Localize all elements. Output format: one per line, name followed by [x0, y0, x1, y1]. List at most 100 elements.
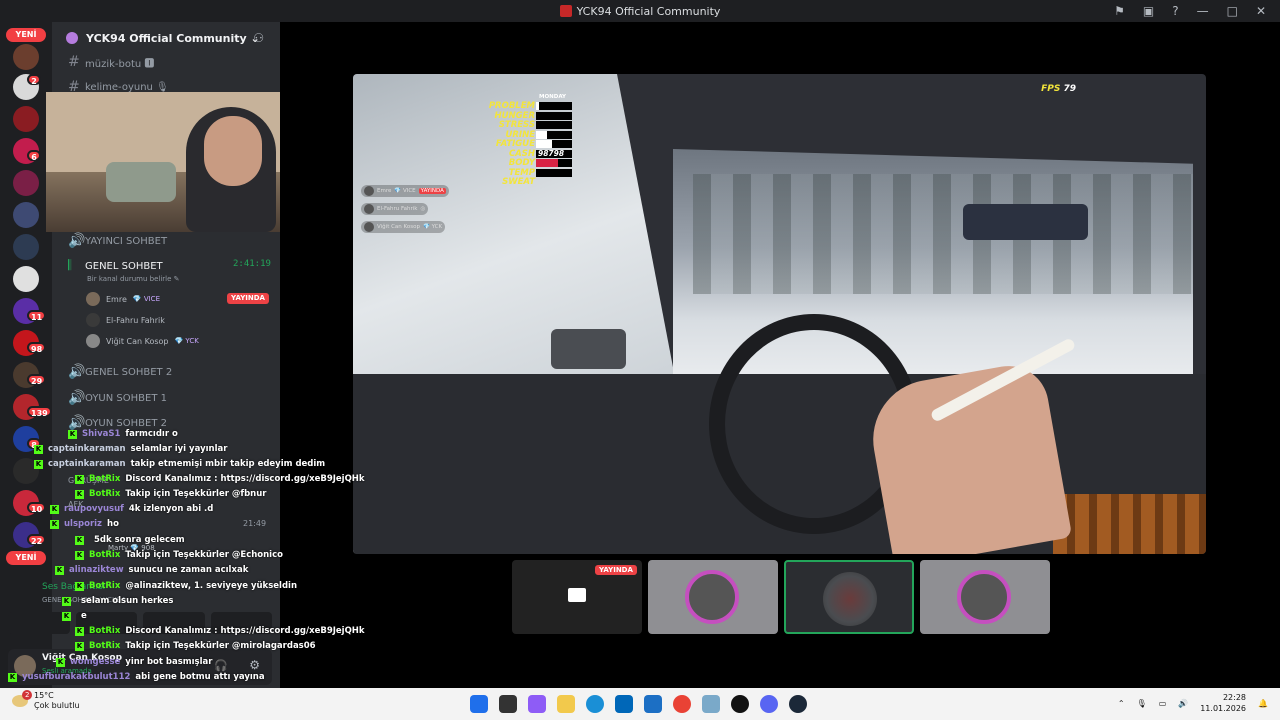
task-view-icon[interactable]: [499, 695, 517, 713]
maximize-button[interactable]: □: [1227, 4, 1238, 18]
fps-counter: FPS 79: [1041, 84, 1076, 94]
kick-icon: K: [34, 444, 43, 454]
hud-bar: [536, 111, 572, 120]
server-icon[interactable]: [13, 106, 39, 132]
start-icon[interactable]: [470, 695, 488, 713]
kick-icon: K: [75, 474, 84, 484]
chat-message: Kraupovyusuf 4k izlenyon abi .d: [50, 504, 214, 514]
hud-bar: [536, 102, 572, 110]
hash-icon: #: [68, 54, 80, 70]
copilot-icon[interactable]: [528, 695, 546, 713]
live-badge: YAYINDA: [227, 293, 269, 304]
bar-fill: [536, 102, 539, 110]
add-member-icon[interactable]: ⚇: [253, 31, 264, 45]
participant-tile[interactable]: [920, 560, 1050, 634]
participant-tiles: YAYINDA: [512, 560, 1050, 634]
bar-fill: [536, 130, 547, 139]
microphone-icon[interactable]: 🎙: [1137, 699, 1147, 708]
obs-icon[interactable]: [731, 695, 749, 713]
avatar: [957, 570, 1011, 624]
game-stream[interactable]: MONDAY PROBLEM HUNGER STRESS URINE FATIG…: [353, 74, 1206, 554]
settings-app-icon[interactable]: [702, 695, 720, 713]
chat-message: Kwomgesse yinr bot basmışlar: [56, 657, 213, 667]
voice-member[interactable]: Emre 💎 VICE: [86, 292, 160, 306]
kick-icon: K: [75, 550, 84, 560]
volume-icon[interactable]: 🔊: [1178, 699, 1188, 708]
steam-icon[interactable]: [789, 695, 807, 713]
title-bar: YCK94 Official Community ⚑ ▣ ? — □ ✕: [0, 0, 1280, 22]
overlay-member: El-Fahru Fahrik ◎: [361, 203, 429, 215]
bar-fill: [536, 140, 553, 148]
avatar: [364, 204, 374, 214]
window-title: YCK94 Official Community: [0, 4, 1280, 18]
avatar: [86, 334, 100, 348]
windows-taskbar: 2 15°C Çok bulutlu ⌃ 🎙 ▭ 🔊 22:28 11.01.202…: [0, 688, 1280, 720]
speaker-icon: 🔊: [68, 390, 86, 406]
kick-icon: K: [68, 429, 77, 439]
close-button[interactable]: ✕: [1256, 4, 1266, 18]
cash-value: 98798: [538, 148, 565, 158]
screen-icon[interactable]: ▣: [1143, 4, 1154, 18]
stream-tile[interactable]: YAYINDA: [512, 560, 642, 634]
kick-icon: K: [75, 581, 84, 591]
server-icon[interactable]: [13, 170, 39, 196]
discord-icon[interactable]: [760, 695, 778, 713]
chat-message: K BotRix Discord Kanalımız : https://disco…: [75, 626, 365, 636]
voice-channel-genel[interactable]: 𝄃 GENEL SOHBET: [68, 258, 163, 274]
inbox-icon[interactable]: ⚑: [1114, 4, 1125, 18]
voice-channel-oyun-1[interactable]: 🔊 OYUN SOHBET 1: [68, 390, 167, 406]
voice-channel-genel-2[interactable]: 🔊 GENEL SOHBET 2: [68, 364, 172, 380]
hud-bars: 98798: [536, 102, 572, 178]
chat-message: Kcaptainkaraman selamlar iyi yayınlar: [34, 444, 228, 454]
minimize-button[interactable]: —: [1197, 4, 1209, 18]
channel-muzik-botu[interactable]: # müzik-botu 🅸: [68, 54, 154, 70]
kick-icon: K: [75, 489, 84, 499]
server-icon[interactable]: [13, 44, 39, 70]
avatar: [86, 313, 100, 327]
weather-widget[interactable]: 2 15°C Çok bulutlu: [12, 690, 80, 711]
chrome-icon[interactable]: [673, 695, 691, 713]
help-icon[interactable]: ?: [1172, 4, 1178, 18]
participant-tile-speaking[interactable]: [784, 560, 914, 634]
participant-tile[interactable]: [648, 560, 778, 634]
kick-icon: K: [75, 626, 84, 636]
avatar: [364, 222, 374, 232]
headphones-icon[interactable]: 🎧: [214, 659, 228, 672]
camera-button[interactable]: [8, 612, 70, 634]
clock[interactable]: 22:28 11.01.2026: [1200, 692, 1246, 714]
bar-fill: [536, 159, 558, 167]
channel-status[interactable]: Bir kanal durumu belirle ✎: [87, 275, 180, 283]
chat-message: Kyusufburakakbulut112 abi gene botmu attı…: [8, 672, 265, 682]
voice-channel-yayinci[interactable]: 🔊 YAYINCI SOHBET: [68, 233, 167, 249]
app-icon: [559, 4, 572, 17]
chevron-up-icon[interactable]: ⌃: [1118, 699, 1125, 708]
overlay-member: Emre 💎 VICE YAYINDA: [361, 185, 449, 197]
voice-member[interactable]: Viğit Can Kosop 💎 YCK: [86, 334, 199, 348]
unread-badge: 29: [27, 374, 47, 386]
outlook-icon[interactable]: [644, 695, 662, 713]
kick-icon: K: [62, 596, 71, 606]
settings-gear-icon[interactable]: ⚙: [249, 658, 260, 672]
snowy-trees: [693, 174, 1193, 294]
unread-badge: 10: [27, 502, 47, 514]
server-icon[interactable]: [13, 234, 39, 260]
store-icon[interactable]: [615, 695, 633, 713]
chat-message: K BotRix Takip için Teşekkürler @fbnur: [75, 489, 267, 499]
avatar: [823, 572, 877, 626]
guild-icon: [66, 32, 78, 44]
server-icon[interactable]: [13, 266, 39, 292]
guild-header[interactable]: YCK94 Official Community ⌄ ⚇: [52, 22, 280, 54]
notification-icon[interactable]: 🔔: [1258, 699, 1268, 708]
chat-message: K BotRix Discord Kanalımız : https://disco…: [75, 474, 365, 484]
hud-bar: [536, 130, 572, 139]
unread-badge: 11: [27, 310, 47, 322]
edge-icon[interactable]: [586, 695, 604, 713]
chat-message: Kcaptainkaraman takip etmemişi mbir takip…: [34, 459, 326, 469]
network-icon[interactable]: ▭: [1159, 699, 1167, 708]
hud-day: MONDAY: [539, 94, 567, 100]
server-icon[interactable]: [13, 202, 39, 228]
speaker-icon: 🔊: [68, 233, 86, 249]
webcam-face: [204, 116, 262, 186]
voice-member[interactable]: El-Fahru Fahrik: [86, 313, 165, 327]
file-explorer-icon[interactable]: [557, 695, 575, 713]
